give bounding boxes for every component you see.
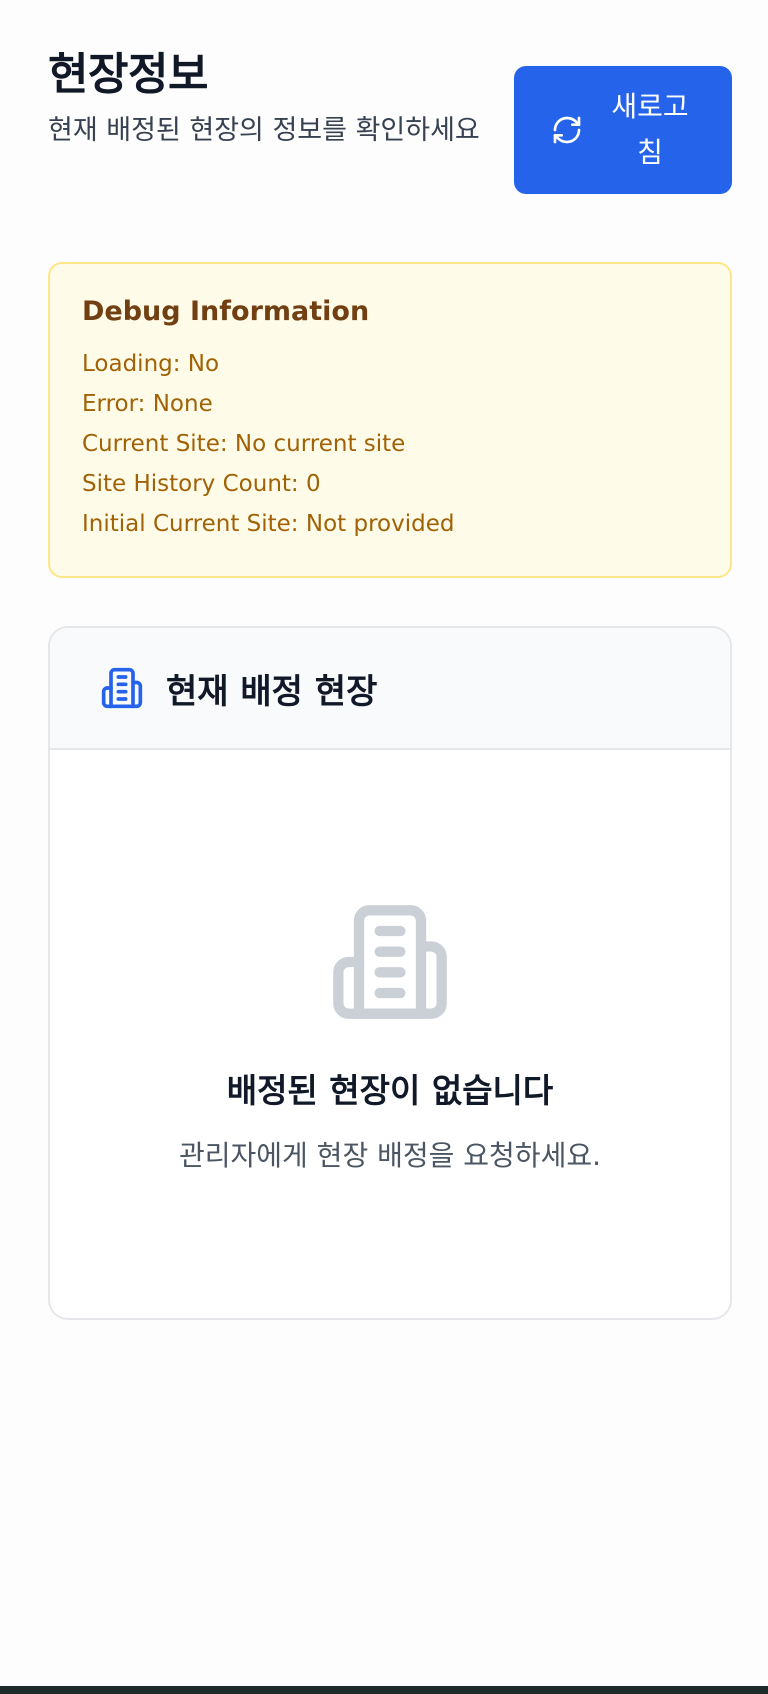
card-header: 현재 배정 현장: [50, 628, 730, 750]
building-icon: [100, 666, 144, 710]
building-icon: [328, 900, 452, 1024]
refresh-button[interactable]: 새로고침: [514, 66, 732, 194]
refresh-icon: [551, 114, 583, 146]
debug-site-history-count: Site History Count: 0: [82, 471, 321, 497]
refresh-button-label: 새로고침: [611, 91, 689, 168]
debug-error: Error: None: [82, 391, 213, 417]
empty-state: 배정된 현장이 없습니다 관리자에게 현장 배정을 요청하세요.: [50, 750, 730, 1174]
page-subtitle: 현재 배정된 현장의 정보를 확인하세요: [48, 115, 480, 146]
debug-panel: Debug Information Loading: No Error: Non…: [48, 262, 732, 578]
debug-lines: Loading: No Error: None Current Site: No…: [82, 344, 698, 544]
bottom-bar: [0, 1686, 768, 1694]
debug-loading: Loading: No: [82, 351, 220, 377]
header-text: 현장정보 현재 배정된 현장의 정보를 확인하세요: [48, 44, 508, 154]
debug-current-site: Current Site: No current site: [82, 431, 406, 457]
debug-title: Debug Information: [82, 296, 370, 327]
page-header: 현장정보 현재 배정된 현장의 정보를 확인하세요 새로고침: [48, 44, 732, 194]
current-site-card: 현재 배정 현장 배정된 현장이 없습니다 관리자에게 현장 배정을 요청하세요…: [48, 626, 732, 1320]
debug-initial-current-site: Initial Current Site: Not provided: [82, 511, 455, 537]
card-title: 현재 배정 현장: [166, 671, 378, 712]
page-title: 현장정보: [48, 49, 208, 100]
empty-state-title: 배정된 현장이 없습니다: [226, 1071, 554, 1110]
empty-state-description: 관리자에게 현장 배정을 요청하세요.: [178, 1139, 601, 1172]
